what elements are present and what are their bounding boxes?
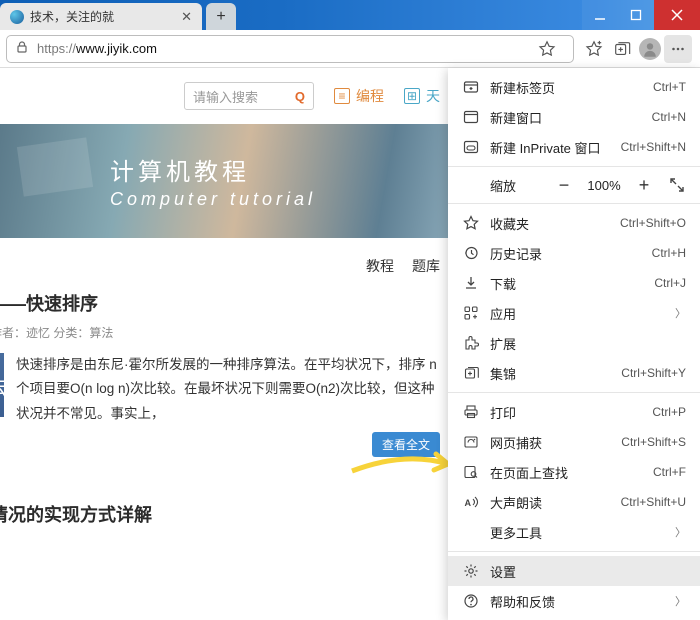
print-icon bbox=[462, 404, 480, 420]
menu-history[interactable]: 历史记录 Ctrl+H bbox=[448, 238, 700, 268]
menu-new-tab[interactable]: 新建标签页 Ctrl+T bbox=[448, 72, 700, 102]
article-thumbnail: 去 bbox=[0, 353, 4, 417]
extensions-icon bbox=[462, 335, 480, 351]
menu-apps[interactable]: 应用 〉 bbox=[448, 298, 700, 328]
search-icon[interactable]: Q bbox=[295, 89, 305, 104]
url-host: www.jiyik.com bbox=[76, 41, 157, 56]
menu-new-window[interactable]: 新建窗口 Ctrl+N bbox=[448, 102, 700, 132]
menu-print[interactable]: 打印 Ctrl+P bbox=[448, 397, 700, 427]
new-tab-button[interactable]: + bbox=[206, 3, 236, 30]
zoom-value: 100% bbox=[582, 178, 626, 193]
menu-collections[interactable]: 集锦 Ctrl+Shift+Y bbox=[448, 358, 700, 388]
tab-favicon bbox=[10, 10, 24, 24]
address-bar: https://www.jiyik.com bbox=[0, 30, 700, 68]
menu-help[interactable]: 帮助和反馈 〉 bbox=[448, 586, 700, 616]
chevron-right-icon: 〉 bbox=[675, 593, 686, 609]
zoom-in-button[interactable]: + bbox=[628, 172, 660, 198]
find-icon bbox=[462, 464, 480, 480]
menu-more-tools[interactable]: 更多工具 〉 bbox=[448, 517, 700, 547]
new-tab-icon bbox=[462, 79, 480, 95]
page-tab-questions[interactable]: 题库 bbox=[412, 256, 440, 276]
read-aloud-icon: A bbox=[462, 494, 480, 510]
menu-favorites[interactable]: 收藏夹 Ctrl+Shift+O bbox=[448, 208, 700, 238]
article-block: 情况的实现方式详解 作者：迹忆 分类：网络 bbox=[0, 479, 440, 531]
menu-read-aloud[interactable]: A 大声朗读 Ctrl+Shift+U bbox=[448, 487, 700, 517]
window-maximize-button[interactable] bbox=[618, 0, 654, 30]
favorites-star-icon[interactable] bbox=[580, 35, 608, 63]
help-icon bbox=[462, 593, 480, 609]
download-icon bbox=[462, 275, 480, 291]
collections-icon[interactable] bbox=[608, 35, 636, 63]
nav-link-tool[interactable]: ⊞ 天 bbox=[404, 86, 440, 106]
page-tab-tutorial[interactable]: 教程 bbox=[366, 256, 394, 276]
browser-tab[interactable]: 技术，关注的就 ✕ bbox=[0, 3, 202, 30]
star-icon bbox=[462, 215, 480, 231]
window-titlebar: 技术，关注的就 ✕ + bbox=[0, 0, 700, 30]
url-scheme: https:// bbox=[37, 41, 76, 56]
zoom-out-button[interactable]: − bbox=[548, 172, 580, 198]
history-icon bbox=[462, 245, 480, 261]
profile-avatar[interactable] bbox=[636, 35, 664, 63]
browser-overflow-menu: 新建标签页 Ctrl+T 新建窗口 Ctrl+N 新建 InPrivate 窗口… bbox=[448, 68, 700, 620]
inprivate-icon bbox=[462, 139, 480, 155]
banner-title-cn: 计算机教程 bbox=[110, 152, 316, 187]
tab-label: 技术，关注的就 bbox=[30, 8, 175, 25]
chevron-right-icon: 〉 bbox=[675, 305, 686, 321]
article-meta: 作者：迹忆 分类：算法 bbox=[0, 324, 440, 341]
fullscreen-button[interactable] bbox=[662, 177, 692, 193]
menu-new-inprivate[interactable]: 新建 InPrivate 窗口 Ctrl+Shift+N bbox=[448, 132, 700, 162]
menu-extensions[interactable]: 扩展 bbox=[448, 328, 700, 358]
menu-zoom-row: 缩放 − 100% + bbox=[448, 167, 700, 203]
star-outline-icon[interactable] bbox=[533, 35, 561, 63]
menu-downloads[interactable]: 下载 Ctrl+J bbox=[448, 268, 700, 298]
tool-icon: ⊞ bbox=[404, 88, 420, 104]
read-more-button[interactable]: 查看全文 bbox=[372, 432, 440, 457]
article-excerpt: 快速排序是由东尼·霍尔所发展的一种排序算法。在平均状况下，排序 n 个项目要O(… bbox=[16, 353, 440, 426]
article-title[interactable]: ——快速排序 bbox=[0, 290, 440, 316]
svg-text:A: A bbox=[465, 498, 472, 508]
gear-icon bbox=[462, 563, 480, 579]
site-search-input[interactable]: 请输入搜索 Q bbox=[184, 82, 314, 110]
tab-close-icon[interactable]: ✕ bbox=[181, 9, 192, 25]
menu-find[interactable]: 在页面上查找 Ctrl+F bbox=[448, 457, 700, 487]
lock-icon bbox=[15, 40, 29, 57]
nav-link-program[interactable]: ≡ 编程 bbox=[334, 86, 384, 106]
menu-web-capture[interactable]: 网页捕获 Ctrl+Shift+S bbox=[448, 427, 700, 457]
search-placeholder: 请输入搜索 bbox=[193, 87, 258, 106]
window-close-button[interactable] bbox=[654, 0, 700, 30]
article-title[interactable]: 情况的实现方式详解 bbox=[0, 501, 440, 527]
window-minimize-button[interactable] bbox=[582, 0, 618, 30]
url-input[interactable]: https://www.jiyik.com bbox=[6, 35, 574, 63]
banner-title-en: Computer tutorial bbox=[110, 189, 316, 210]
new-window-icon bbox=[462, 109, 480, 125]
collections-icon bbox=[462, 365, 480, 381]
code-icon: ≡ bbox=[334, 88, 350, 104]
chevron-right-icon: 〉 bbox=[675, 524, 686, 540]
article-block: ——快速排序 作者：迹忆 分类：算法 去 快速排序是由东尼·霍尔所发展的一种排序… bbox=[0, 290, 440, 479]
apps-icon bbox=[462, 305, 480, 321]
capture-icon bbox=[462, 434, 480, 450]
more-menu-button[interactable] bbox=[664, 35, 692, 63]
menu-settings[interactable]: 设置 bbox=[448, 556, 700, 586]
